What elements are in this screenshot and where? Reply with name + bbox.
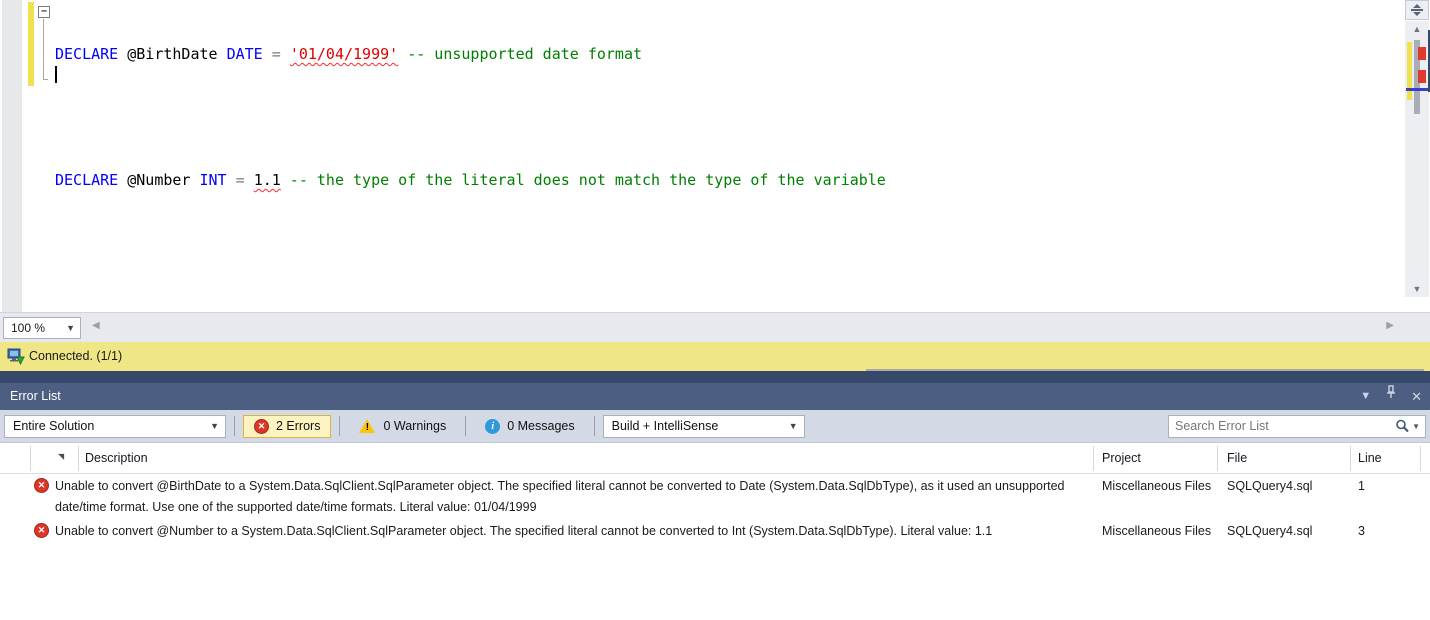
- sql-editor[interactable]: − DECLARE @BirthDate DATE = '01/04/1999'…: [0, 0, 1430, 312]
- close-icon[interactable]: ✕: [1411, 383, 1422, 410]
- fold-guide-line: [43, 19, 44, 79]
- sql-number-literal-error: 1.1: [253, 171, 281, 189]
- errors-filter-button[interactable]: ✕ 2 Errors: [243, 414, 332, 438]
- search-input[interactable]: [1169, 419, 1396, 433]
- ssms-window: − DECLARE @BirthDate DATE = '01/04/1999'…: [0, 0, 1430, 620]
- column-separator[interactable]: [1093, 446, 1094, 471]
- window-position-menu-icon[interactable]: ▼: [1360, 383, 1371, 410]
- connection-status-text: Connected. (1/1): [29, 349, 123, 363]
- sql-variable: @BirthDate: [118, 45, 227, 63]
- warning-icon: !: [359, 418, 376, 434]
- text-caret: [55, 66, 57, 83]
- pin-icon[interactable]: [1385, 383, 1397, 410]
- error-description: Unable to convert @Number to a System.Da…: [55, 524, 993, 538]
- code-line-2[interactable]: [55, 107, 886, 128]
- error-row-1[interactable]: ✕ Unable to convert @BirthDate to a Syst…: [0, 474, 1430, 519]
- info-icon: i: [485, 418, 501, 434]
- connected-server-icon: [7, 348, 25, 365]
- toolbar-separator: [234, 416, 235, 436]
- error-list-search[interactable]: ▼: [1168, 414, 1426, 438]
- error-file: SQLQuery4.sql: [1227, 479, 1313, 493]
- error-row-2[interactable]: ✕ Unable to convert @Number to a System.…: [0, 519, 1430, 564]
- scope-filter-dropdown[interactable]: Entire Solution ▼: [4, 414, 226, 438]
- error-line-number: 1: [1358, 479, 1365, 493]
- scroll-right-icon[interactable]: ▶: [1386, 320, 1394, 331]
- change-tracking-bar: [28, 2, 34, 86]
- error-icon: ✕: [34, 523, 49, 538]
- sql-keyword: INT: [199, 171, 227, 189]
- sql-variable: @Number: [118, 171, 200, 189]
- fold-guide-corner: [43, 79, 48, 80]
- splitter-icon: [1411, 4, 1423, 16]
- column-header-project[interactable]: Project: [1102, 443, 1141, 474]
- breakpoint-margin[interactable]: [2, 0, 22, 312]
- column-separator[interactable]: [1217, 446, 1218, 471]
- messages-count-label: 0 Messages: [507, 419, 575, 433]
- zoom-level-dropdown[interactable]: 100 % ▼: [3, 317, 81, 339]
- sql-keyword: DATE: [226, 45, 263, 63]
- scrollbar-error-mark[interactable]: [1418, 70, 1426, 83]
- error-grid-header: ◥ Description Project File Line: [0, 443, 1430, 474]
- column-header-description[interactable]: Description: [85, 443, 148, 474]
- errors-count-label: 2 Errors: [276, 419, 321, 433]
- source-filter-value: Build + IntelliSense: [611, 418, 719, 433]
- column-separator[interactable]: [1350, 446, 1351, 471]
- code-line-1[interactable]: DECLARE @BirthDate DATE = '01/04/1999' -…: [55, 44, 886, 65]
- scrollbar-change-annotation: [1407, 42, 1412, 100]
- warnings-count-label: 0 Warnings: [383, 419, 447, 433]
- panel-title-text: Error List: [10, 389, 61, 403]
- toolbar-separator: [339, 416, 341, 436]
- scrollbar-error-mark[interactable]: [1418, 47, 1426, 60]
- source-filter-dropdown[interactable]: Build + IntelliSense ▼: [602, 414, 805, 438]
- chevron-down-icon: ▼: [788, 420, 798, 431]
- sql-operator: =: [262, 45, 290, 63]
- error-project: Miscellaneous Files: [1102, 524, 1212, 538]
- error-description: Unable to convert @BirthDate to a System…: [55, 479, 1065, 514]
- scroll-left-icon[interactable]: ◀: [92, 320, 100, 331]
- sql-keyword: DECLARE: [55, 171, 119, 189]
- scrollbar-caret-mark: [1406, 88, 1428, 91]
- code-area[interactable]: DECLARE @BirthDate DATE = '01/04/1999' -…: [55, 2, 886, 233]
- connection-status-bar: Connected. (1/1): [0, 342, 1430, 371]
- editor-bottom-bar: 100 % ▼ ◀ ▶: [0, 312, 1430, 342]
- error-icon: ✕: [254, 418, 269, 434]
- sql-comment: -- the type of the literal does not matc…: [280, 171, 886, 189]
- error-project: Miscellaneous Files: [1102, 479, 1212, 493]
- dock-separator: [0, 371, 1430, 383]
- code-fold-toggle[interactable]: −: [38, 6, 50, 18]
- search-icon[interactable]: [1395, 419, 1409, 433]
- code-line-3[interactable]: DECLARE @Number INT = 1.1 -- the type of…: [55, 170, 886, 191]
- chevron-down-icon: ▼: [210, 420, 219, 431]
- error-file: SQLQuery4.sql: [1227, 524, 1313, 538]
- error-line-number: 3: [1358, 524, 1365, 538]
- column-separator[interactable]: [78, 446, 79, 471]
- toolbar-separator: [593, 416, 595, 436]
- sql-operator: =: [226, 171, 254, 189]
- scope-filter-value: Entire Solution: [13, 418, 95, 433]
- sql-comment: -- unsupported date format: [398, 45, 643, 63]
- scroll-up-icon[interactable]: ▲: [1405, 21, 1429, 37]
- severity-column-icon[interactable]: ◥: [58, 452, 64, 462]
- sql-string-literal-error: '01/04/1999': [289, 45, 399, 63]
- column-separator[interactable]: [30, 446, 31, 471]
- messages-filter-button[interactable]: i 0 Messages: [474, 415, 585, 438]
- toolbar-separator: [465, 416, 467, 436]
- error-list-toolbar: Entire Solution ▼ ✕ 2 Errors ! 0 Warning…: [0, 410, 1430, 443]
- column-header-line[interactable]: Line: [1358, 443, 1382, 474]
- zoom-level-value: 100 %: [11, 321, 46, 335]
- column-header-file[interactable]: File: [1227, 443, 1247, 474]
- column-separator[interactable]: [1420, 446, 1421, 471]
- editor-splitter-handle[interactable]: [1405, 0, 1429, 20]
- error-list-panel: Error List ▼ ✕ Entire Solution ▼ ✕ 2 Err…: [0, 383, 1430, 620]
- chevron-down-icon: ▼: [66, 323, 75, 333]
- scroll-down-icon[interactable]: ▼: [1405, 281, 1429, 297]
- sql-keyword: DECLARE: [55, 45, 119, 63]
- error-list-titlebar[interactable]: Error List ▼ ✕: [0, 383, 1430, 410]
- vertical-scrollbar[interactable]: ▲ ▼: [1403, 0, 1430, 312]
- error-icon: ✕: [34, 478, 49, 493]
- warnings-filter-button[interactable]: ! 0 Warnings: [348, 415, 457, 438]
- vertical-scrollbar-track[interactable]: ▲ ▼: [1405, 21, 1429, 297]
- chevron-down-icon[interactable]: ▼: [1412, 422, 1420, 431]
